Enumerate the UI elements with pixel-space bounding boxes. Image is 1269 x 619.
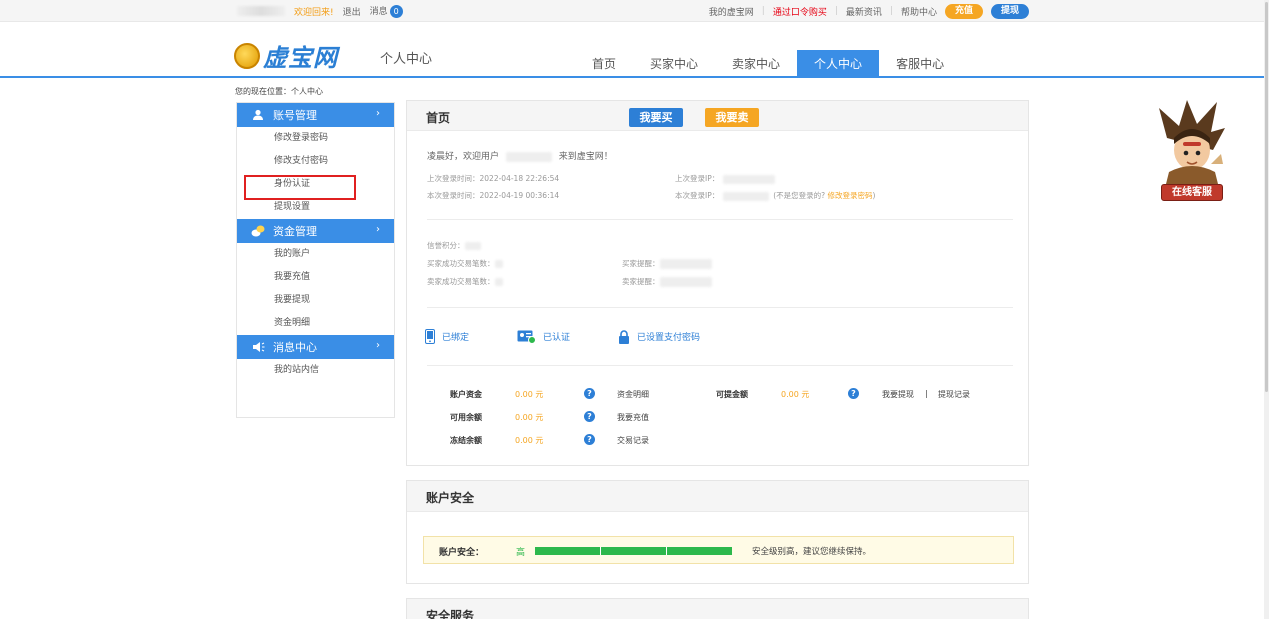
buy-button[interactable]: 我要买	[629, 108, 683, 127]
greeting: 凌晨好，欢迎用户 来到虚宝网！	[427, 151, 613, 162]
lock-icon	[619, 329, 630, 344]
help-icon[interactable]: ?	[584, 388, 595, 399]
buyer-success-count: 买家成功交易笔数：	[427, 258, 503, 269]
buyer-remind: 买家提醒：	[622, 258, 712, 269]
top-bar: 欢迎回来! 退出 消息 0 我的虚宝网 | 通过口令购买 | 最新资讯 | 帮助中…	[0, 0, 1269, 22]
verification-status-row: 已绑定 已认证 已设置支付密码	[425, 329, 748, 344]
my-account-link[interactable]: 我的虚宝网	[709, 5, 754, 18]
seller-success-count: 卖家成功交易笔数：	[427, 276, 503, 287]
last-login-time: 上次登录时间：2022-04-18 22:26:54	[427, 174, 560, 183]
username-redacted	[237, 6, 285, 16]
sidebar-item-recharge[interactable]: 我要充值	[237, 266, 394, 289]
withdrawable-value: 0.00 元	[781, 390, 810, 399]
recharge-link[interactable]: 我要充值	[617, 412, 649, 423]
last-login-ip: 上次登录IP：	[675, 173, 776, 184]
withdrawable-label: 可提金额	[716, 390, 748, 399]
breadcrumb: 您的现在位置：个人中心	[235, 87, 323, 96]
withdraw-link[interactable]: 我要提现	[882, 389, 914, 400]
account-funds-label: 账户资金	[450, 390, 482, 399]
scrollbar-thumb[interactable]	[1265, 2, 1268, 392]
news-link[interactable]: 最新资讯	[846, 5, 882, 18]
sidebar-group-messages[interactable]: 消息中心 ›	[237, 335, 394, 359]
security-progress	[535, 547, 732, 555]
sidebar-item-change-login-password[interactable]: 修改登录密码	[237, 127, 394, 150]
message-link[interactable]: 消息 0	[370, 4, 403, 18]
frozen-balance-label: 冻结余额	[450, 436, 482, 445]
frozen-balance-value: 0.00 元	[515, 436, 544, 445]
available-balance-value: 0.00 元	[515, 413, 544, 422]
customer-service-avatar-icon	[1159, 100, 1225, 188]
withdraw-button[interactable]: 提现	[990, 3, 1029, 19]
change-login-password-link[interactable]: 修改登录密码	[828, 191, 873, 200]
user-icon	[251, 108, 265, 122]
withdraw-records-link[interactable]: 提现记录	[938, 389, 970, 400]
header-subtitle: 个人中心	[380, 52, 433, 67]
coin-icon	[234, 42, 260, 69]
username-redacted	[505, 151, 552, 162]
credit-score: 信誉积分：	[427, 240, 481, 251]
available-balance-label: 可用余额	[450, 413, 482, 422]
account-funds-value: 0.00 元	[515, 390, 544, 399]
link-separator: |	[925, 389, 928, 398]
header: 虚宝网 个人中心 首页 买家中心 卖家中心 个人中心 客服中心	[0, 22, 1269, 78]
welcome-text: 欢迎回来!	[294, 7, 334, 18]
security-tip: 安全级别高，建议您继续保持。	[752, 547, 872, 557]
nav-home[interactable]: 首页	[575, 50, 633, 78]
sidebar-group-account[interactable]: 账号管理 ›	[237, 103, 394, 127]
help-link[interactable]: 帮助中心	[901, 5, 937, 18]
seller-remind: 卖家提醒：	[622, 276, 712, 287]
phone-bound-status[interactable]: 已绑定	[425, 329, 469, 344]
sidebar-item-change-pay-password[interactable]: 修改支付密码	[237, 150, 394, 173]
fund-details-link[interactable]: 资金明细	[617, 389, 649, 400]
chevron-right-icon: ›	[376, 340, 380, 351]
message-count-badge: 0	[389, 5, 403, 18]
nav-buyer-center[interactable]: 买家中心	[633, 50, 715, 78]
services-title: 安全服务	[426, 609, 475, 619]
sidebar-item-fund-details[interactable]: 资金明细	[237, 312, 394, 335]
sidebar-item-withdraw[interactable]: 我要提现	[237, 289, 394, 312]
security-level-text: 高	[516, 548, 526, 558]
sidebar-item-identity-verification[interactable]: 身份认证	[237, 173, 394, 200]
panel-title: 首页	[426, 111, 451, 125]
sell-button[interactable]: 我要卖	[705, 108, 759, 127]
help-icon[interactable]: ?	[848, 388, 859, 399]
nav-seller-center[interactable]: 卖家中心	[715, 50, 797, 78]
help-icon[interactable]: ?	[584, 434, 595, 445]
help-icon[interactable]: ?	[584, 411, 595, 422]
coins-icon	[251, 224, 265, 238]
chevron-right-icon: ›	[376, 224, 380, 235]
megaphone-icon	[251, 340, 265, 354]
account-security-panel: 账户安全 账户安全： 高 安全级别高，建议您继续保持。	[406, 480, 1029, 584]
id-card-icon	[517, 330, 537, 344]
sidebar-item-inbox[interactable]: 我的站内信	[237, 359, 394, 382]
online-service-widget[interactable]: 在线客服	[1157, 98, 1227, 202]
logout-link[interactable]: 退出	[343, 5, 361, 18]
pay-password-status[interactable]: 已设置支付密码	[618, 329, 700, 344]
online-service-label[interactable]: 在线客服	[1161, 184, 1223, 201]
page-scrollbar[interactable]	[1264, 0, 1269, 619]
phone-icon	[425, 329, 435, 344]
identity-verified-status[interactable]: 已认证	[517, 330, 570, 344]
security-services-panel: 安全服务	[406, 598, 1029, 619]
chevron-right-icon: ›	[376, 108, 380, 119]
nav-personal-center[interactable]: 个人中心	[797, 50, 880, 78]
this-login-ip: 本次登录IP： (不是您登录的? 修改登录密码)	[675, 191, 876, 201]
sidebar: 账号管理 › 修改登录密码 修改支付密码 身份认证 提现设置 资金管理 › 我的…	[236, 102, 395, 418]
sidebar-group-funds[interactable]: 资金管理 ›	[237, 219, 394, 243]
transaction-records-link[interactable]: 交易记录	[617, 435, 649, 446]
recharge-button[interactable]: 充值	[944, 3, 983, 19]
password-purchase-link[interactable]: 通过口令购买	[773, 5, 827, 18]
main-nav: 首页 买家中心 卖家中心 个人中心 客服中心	[575, 50, 961, 78]
sidebar-item-my-account[interactable]: 我的账户	[237, 243, 394, 266]
site-logo[interactable]: 虚宝网	[234, 38, 338, 73]
security-title: 账户安全	[426, 491, 475, 505]
security-level-bar: 账户安全： 高 安全级别高，建议您继续保持。	[423, 536, 1014, 564]
nav-service-center[interactable]: 客服中心	[879, 50, 961, 78]
home-panel: 首页 我要买 我要卖 凌晨好，欢迎用户 来到虚宝网！ 上次登录时间：2022-0…	[406, 100, 1029, 466]
this-login-time: 本次登录时间：2022-04-19 00:36:14	[427, 191, 560, 200]
